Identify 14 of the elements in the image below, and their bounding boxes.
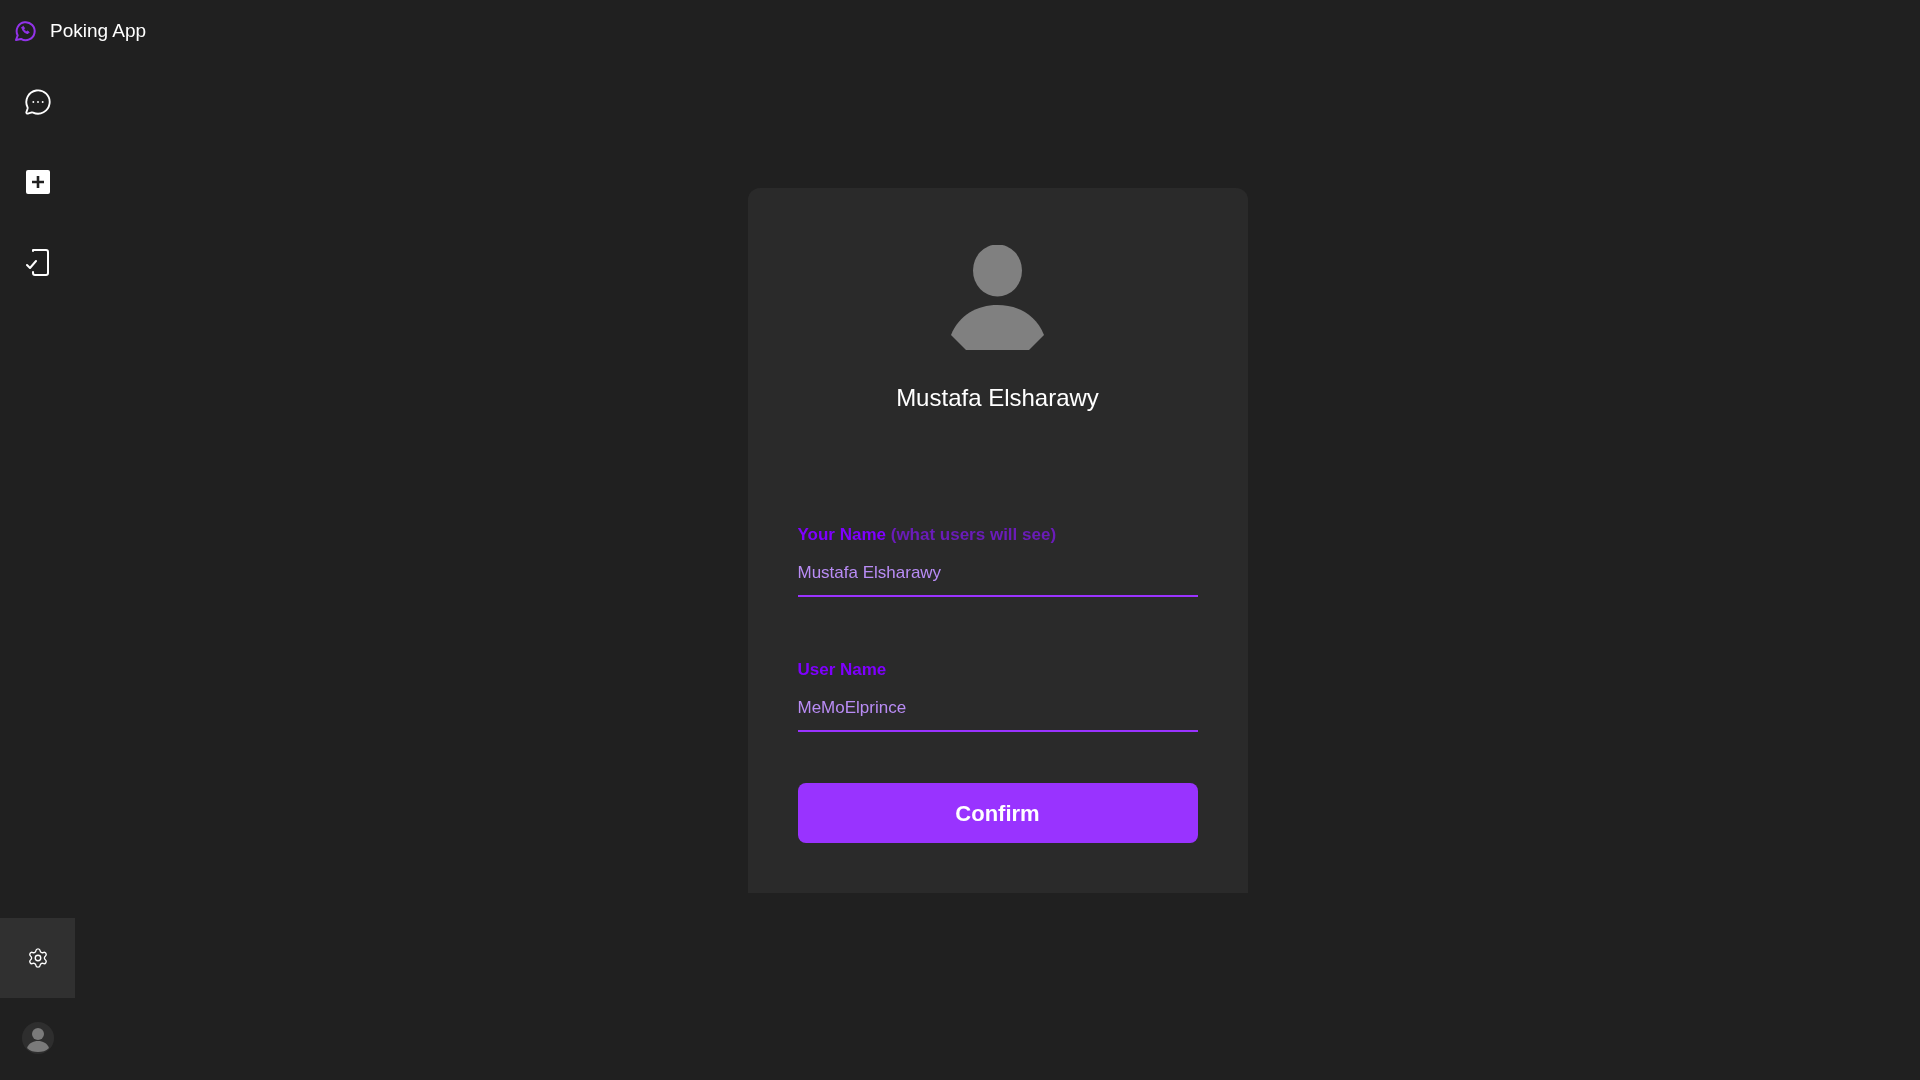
display-name: Mustafa Elsharawy (896, 383, 1099, 413)
plus-square-icon (25, 170, 50, 194)
confirm-button[interactable]: Confirm (797, 783, 1198, 843)
user-avatar-icon (21, 1022, 54, 1054)
input-field[interactable]: Mustafa Elsharawy (797, 551, 1198, 597)
chat-bubble-icon (23, 88, 52, 116)
phone-check-icon (25, 247, 50, 277)
field-label: Your Name (what users will see) (797, 524, 1058, 546)
phone-bubble-icon (13, 19, 37, 43)
settings-icon (26, 947, 49, 969)
field-label: User Name (797, 659, 888, 681)
input-field[interactable]: MeMoElprince (797, 686, 1198, 732)
user-silhouette-icon (951, 245, 1044, 350)
app-title: Poking App (50, 18, 147, 43)
